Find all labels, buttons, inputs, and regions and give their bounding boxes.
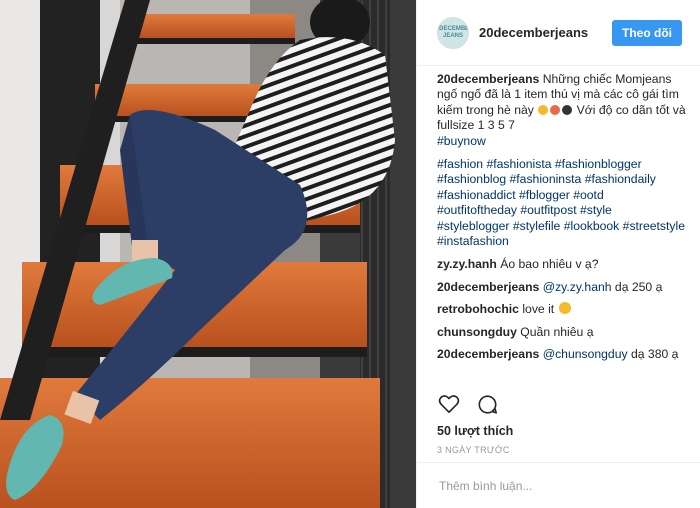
comment-item: 20decemberjeans @zy.zy.hanh dạ 250 ạ [437, 280, 686, 295]
comments-list[interactable]: 20decemberjeans Những chiếc Momjeans ngố… [437, 70, 686, 380]
hashtag-link[interactable]: #instafashion [437, 234, 509, 248]
comment-username[interactable]: 20decemberjeans [437, 347, 539, 361]
post-timestamp: 3 NGÀY TRƯỚC [437, 445, 510, 455]
comment-username[interactable]: retrobohochic [437, 302, 519, 316]
hashtag-link[interactable]: #fashionblogger [555, 157, 642, 171]
post-header: 20DECEMBER JEANS 20decemberjeans Theo dõ… [417, 0, 700, 66]
hashtag-link[interactable]: #streetstyle [623, 219, 685, 233]
hashtag-link[interactable]: #fashiondaily [585, 172, 656, 186]
post-side-panel: 20DECEMBER JEANS 20decemberjeans Theo dõ… [416, 0, 700, 508]
follow-button[interactable]: Theo dõi [612, 19, 682, 46]
post-photo[interactable] [0, 0, 416, 508]
avatar-logo-text: 20DECEMBER JEANS [438, 25, 469, 39]
comment-text: dạ 380 ạ [630, 347, 679, 362]
avatar[interactable]: 20DECEMBER JEANS [437, 16, 469, 49]
hashtag-link[interactable]: #fashion [437, 157, 483, 171]
comment-item: retrobohochic love it [437, 302, 686, 317]
like-button[interactable] [437, 392, 461, 416]
hashtag-link[interactable]: #outfitoftheday [437, 203, 517, 217]
like-count[interactable]: 50 lượt thích [437, 424, 513, 438]
post-caption: 20decemberjeans Những chiếc Momjeans ngố… [437, 72, 686, 149]
hashtag-link[interactable]: #fblogger [519, 188, 570, 202]
hashtag-link[interactable]: #outfitpost [520, 203, 576, 217]
comment-text: Áo bao nhiêu v ạ? [500, 257, 599, 272]
comment-item: chunsongduy Quần nhiêu ạ [437, 325, 686, 340]
hashtag-link[interactable]: #ootd [573, 188, 604, 202]
caption-username[interactable]: 20decemberjeans [437, 72, 539, 86]
hashtag-link[interactable]: #fashionista [486, 157, 551, 171]
comment-text: dạ 250 ạ [614, 279, 663, 294]
add-comment-bar [417, 462, 700, 508]
comment-input[interactable] [437, 478, 661, 494]
comment-text: Quần nhiêu ạ [520, 324, 594, 339]
hashtag-link[interactable]: #buynow [437, 134, 486, 148]
comment-icon [478, 394, 497, 414]
emoji-icon [538, 104, 549, 115]
hashtag-link[interactable]: #lookbook [564, 219, 620, 233]
heart-icon [438, 395, 460, 413]
hashtag-link[interactable]: #styleblogger [437, 219, 510, 233]
comment-item: zy.zy.hanh Áo bao nhiêu v ạ? [437, 257, 686, 272]
hashtag-link[interactable]: #stylefile [513, 219, 560, 233]
post-username[interactable]: 20decemberjeans [479, 25, 612, 40]
comment-mention[interactable]: @chunsongduy [543, 347, 628, 361]
smile-emoji-icon [558, 302, 571, 315]
emoji-icon [550, 104, 561, 115]
post-actions [437, 392, 499, 416]
emoji-icon [562, 104, 573, 115]
comment-text: love it [522, 302, 555, 317]
comment-username[interactable]: chunsongduy [437, 325, 517, 339]
comment-username[interactable]: zy.zy.hanh [437, 257, 497, 271]
hashtag-block: #fashion #fashionista #fashionblogger #f… [437, 157, 686, 249]
comment-item: 20decemberjeans @chunsongduy dạ 380 ạ [437, 347, 686, 362]
hashtag-link[interactable]: #fashionaddict [437, 188, 516, 202]
comment-button[interactable] [475, 392, 499, 416]
comment-username[interactable]: 20decemberjeans [437, 280, 539, 294]
hashtag-link[interactable]: #fashioninsta [510, 172, 582, 186]
instagram-post: 20DECEMBER JEANS 20decemberjeans Theo dõ… [0, 0, 700, 508]
photo-illustration [0, 0, 416, 508]
comment-mention[interactable]: @zy.zy.hanh [543, 280, 612, 294]
hashtag-link[interactable]: #fashionblog [437, 172, 506, 186]
hashtag-link[interactable]: #style [580, 203, 612, 217]
